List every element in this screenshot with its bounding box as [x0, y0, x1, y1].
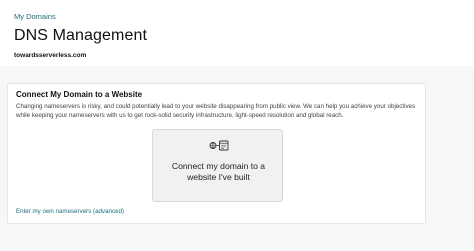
connect-domain-card: Connect My Domain to a Website Changing … [7, 83, 426, 224]
breadcrumb-my-domains[interactable]: My Domains [14, 12, 56, 21]
page-title: DNS Management [14, 27, 148, 44]
card-description: Changing nameservers is risky, and could… [16, 103, 416, 120]
connect-website-option[interactable]: Connect my domain to a website I've buil… [152, 129, 283, 202]
connect-website-label: Connect my domain to a website I've buil… [153, 161, 284, 183]
page-header: My Domains DNS Management towardsserverl… [0, 0, 474, 66]
website-connect-icon [209, 140, 229, 151]
domain-name: towardsserverless.com [14, 52, 87, 59]
connect-website-label-line2: website I've built [187, 172, 250, 182]
enter-nameservers-link[interactable]: Enter my own nameservers (advanced) [16, 208, 124, 215]
card-title: Connect My Domain to a Website [16, 90, 143, 99]
connect-website-label-line1: Connect my domain to a [171, 161, 266, 171]
